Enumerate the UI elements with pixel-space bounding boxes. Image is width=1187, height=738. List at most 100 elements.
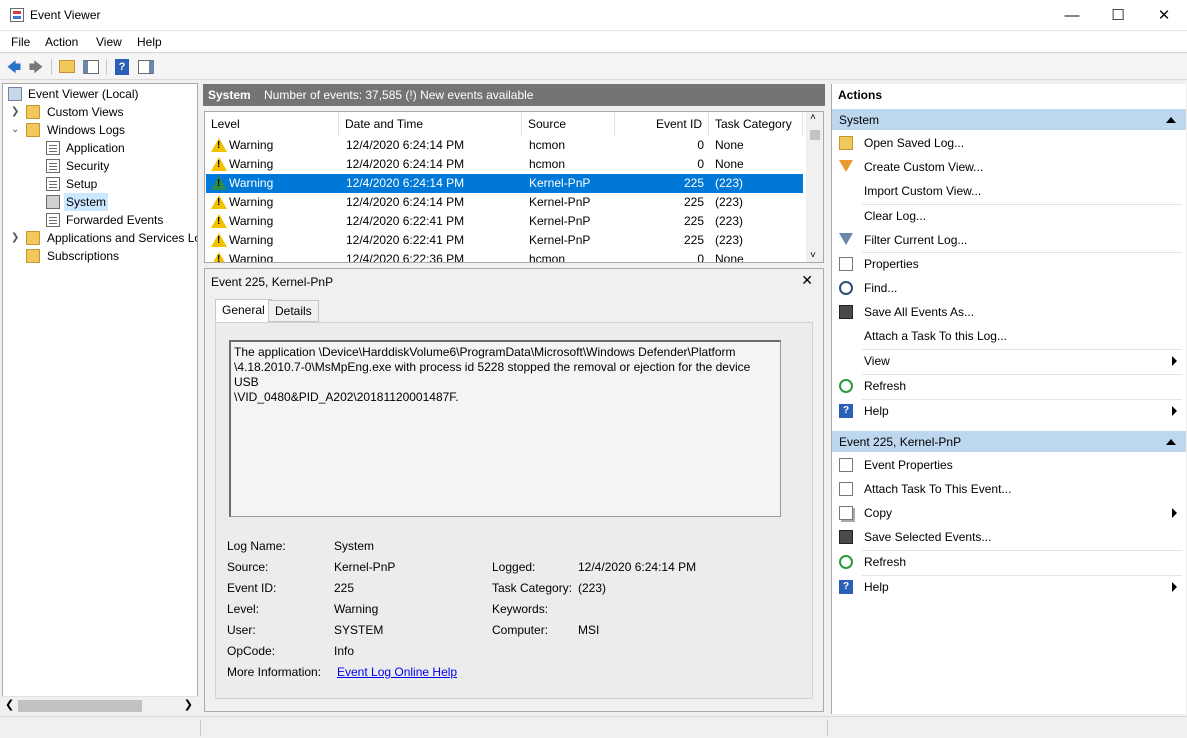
action-attach-task-to-log[interactable]: Attach a Task To this Log... bbox=[832, 325, 1186, 347]
menu-file[interactable]: File bbox=[11, 35, 30, 49]
action-help[interactable]: ? Help bbox=[832, 400, 1186, 422]
column-event-id[interactable]: Event ID bbox=[615, 112, 709, 136]
close-icon[interactable]: ✕ bbox=[801, 272, 813, 289]
table-row[interactable]: Warning 12/4/2020 6:22:41 PM Kernel-PnP … bbox=[206, 231, 803, 250]
status-divider bbox=[200, 720, 201, 736]
column-date-time[interactable]: Date and Time bbox=[339, 112, 522, 136]
column-task-category[interactable]: Task Category bbox=[709, 112, 803, 136]
menu-view[interactable]: View bbox=[96, 35, 122, 49]
action-view[interactable]: View bbox=[832, 350, 1186, 372]
collapse-icon[interactable]: ⌄ bbox=[11, 121, 21, 139]
tree-apps-services[interactable]: ❯ Applications and Services Lo bbox=[3, 229, 197, 247]
properties-icon bbox=[839, 257, 853, 271]
action-refresh[interactable]: Refresh bbox=[832, 375, 1186, 397]
action-attach-task-to-event[interactable]: Attach Task To This Event... bbox=[832, 478, 1186, 500]
value-source: Kernel-PnP bbox=[334, 560, 396, 574]
action-help-event[interactable]: ? Help bbox=[832, 576, 1186, 598]
action-properties[interactable]: Properties bbox=[832, 253, 1186, 275]
table-row-selected[interactable]: Warning 12/4/2020 6:24:14 PM Kernel-PnP … bbox=[206, 174, 803, 193]
tree-windows-logs-label: Windows Logs bbox=[47, 123, 126, 137]
cell-level: Warning bbox=[229, 214, 274, 228]
tree-root[interactable]: Event Viewer (Local) bbox=[3, 85, 197, 103]
filter-icon bbox=[839, 233, 853, 245]
expand-icon[interactable]: ❯ bbox=[11, 103, 21, 121]
close-button[interactable]: ✕ bbox=[1141, 0, 1187, 31]
subscriptions-icon bbox=[26, 249, 40, 263]
action-event-properties[interactable]: Event Properties bbox=[832, 454, 1186, 476]
minimize-button[interactable]: — bbox=[1049, 0, 1095, 31]
cell-source: Kernel-PnP bbox=[529, 176, 591, 190]
table-row[interactable]: Warning 12/4/2020 6:22:36 PM hcmon 0 Non… bbox=[206, 250, 803, 262]
tree-setup[interactable]: Setup bbox=[3, 175, 197, 193]
scroll-right-icon[interactable]: ❯ bbox=[184, 698, 193, 711]
tree-security[interactable]: Security bbox=[3, 157, 197, 175]
action-save-all-events[interactable]: Save All Events As... bbox=[832, 301, 1186, 323]
forward-icon[interactable]: 🡆 bbox=[27, 58, 45, 76]
tab-general[interactable]: General bbox=[215, 299, 272, 323]
scroll-down-icon[interactable]: ˅ bbox=[810, 250, 816, 261]
menu-action[interactable]: Action bbox=[45, 35, 78, 49]
event-count: Number of events: 37,585 (!) New events … bbox=[264, 88, 534, 102]
expand-icon[interactable]: ❯ bbox=[11, 229, 21, 247]
value-level: Warning bbox=[334, 602, 379, 616]
label-opcode: OpCode: bbox=[227, 644, 276, 658]
tree-windows-logs[interactable]: ⌄ Windows Logs bbox=[3, 121, 197, 139]
help-icon[interactable]: ? bbox=[115, 59, 129, 75]
action-open-saved-log[interactable]: Open Saved Log... bbox=[832, 132, 1186, 154]
event-message[interactable]: The application \Device\HarddiskVolume6\… bbox=[229, 340, 781, 517]
event-log-online-help-link[interactable]: Event Log Online Help bbox=[337, 665, 457, 679]
column-source[interactable]: Source bbox=[522, 112, 615, 136]
value-log-name: System bbox=[334, 539, 375, 553]
submenu-arrow-icon bbox=[1172, 582, 1177, 592]
actions-section-event[interactable]: Event 225, Kernel-PnP bbox=[832, 430, 1186, 452]
tree-forwarded-events[interactable]: Forwarded Events bbox=[3, 211, 197, 229]
action-label: Help bbox=[864, 404, 889, 418]
section-title: System bbox=[839, 113, 880, 127]
up-folder-icon[interactable] bbox=[59, 60, 75, 73]
action-import-custom-view[interactable]: Import Custom View... bbox=[832, 180, 1186, 202]
log-icon bbox=[46, 177, 60, 191]
action-find[interactable]: Find... bbox=[832, 277, 1186, 299]
cell-event-id: 225 bbox=[683, 195, 704, 209]
action-create-custom-view[interactable]: Create Custom View... bbox=[832, 156, 1186, 178]
scroll-thumb[interactable] bbox=[810, 130, 820, 140]
action-save-selected-events[interactable]: Save Selected Events... bbox=[832, 526, 1186, 548]
tree-system[interactable]: System bbox=[3, 193, 197, 211]
cell-datetime: 12/4/2020 6:24:14 PM bbox=[346, 138, 465, 152]
back-icon[interactable]: 🡄 bbox=[5, 58, 23, 76]
event-list-scrollbar[interactable]: ˄ ˅ bbox=[806, 112, 823, 262]
tree-custom-views[interactable]: ❯ Custom Views bbox=[3, 103, 197, 121]
column-level[interactable]: Level bbox=[205, 112, 339, 136]
scroll-up-icon[interactable]: ˄ bbox=[810, 112, 816, 123]
log-header: System Number of events: 37,585 (!) New … bbox=[203, 84, 825, 106]
action-filter-current-log[interactable]: Filter Current Log... bbox=[832, 229, 1186, 251]
table-row[interactable]: Warning 12/4/2020 6:24:14 PM Kernel-PnP … bbox=[206, 193, 803, 212]
tree-application[interactable]: Application bbox=[3, 139, 197, 157]
log-icon bbox=[46, 159, 60, 173]
scroll-left-icon[interactable]: ❮ bbox=[5, 698, 14, 711]
menu-bar: File Action View Help bbox=[0, 31, 1187, 53]
show-hide-action-pane-icon[interactable] bbox=[138, 60, 154, 74]
show-hide-tree-icon[interactable] bbox=[83, 60, 99, 74]
message-line: \VID_0480&PID_A202\20181120001487F. bbox=[234, 390, 459, 404]
tree-subscriptions[interactable]: Subscriptions bbox=[3, 247, 197, 265]
title-bar: Event Viewer — ☐ ✕ bbox=[0, 0, 1187, 31]
tab-details[interactable]: Details bbox=[268, 300, 319, 322]
action-refresh-event[interactable]: Refresh bbox=[832, 551, 1186, 573]
submenu-arrow-icon bbox=[1172, 356, 1177, 366]
table-row[interactable]: Warning 12/4/2020 6:24:14 PM hcmon 0 Non… bbox=[206, 136, 803, 155]
warning-icon bbox=[211, 233, 227, 247]
actions-section-system[interactable]: System bbox=[832, 108, 1186, 130]
menu-help[interactable]: Help bbox=[137, 35, 162, 49]
collapse-icon[interactable] bbox=[1166, 439, 1176, 445]
collapse-icon[interactable] bbox=[1166, 117, 1176, 123]
action-clear-log[interactable]: Clear Log... bbox=[832, 205, 1186, 227]
tree-horizontal-scrollbar[interactable]: ❮ ❯ bbox=[2, 696, 198, 714]
table-row[interactable]: Warning 12/4/2020 6:22:41 PM Kernel-PnP … bbox=[206, 212, 803, 231]
scroll-thumb[interactable] bbox=[18, 700, 142, 712]
maximize-button[interactable]: ☐ bbox=[1095, 0, 1141, 31]
value-opcode: Info bbox=[334, 644, 355, 658]
table-row[interactable]: Warning 12/4/2020 6:24:14 PM hcmon 0 Non… bbox=[206, 155, 803, 174]
action-copy[interactable]: Copy bbox=[832, 502, 1186, 524]
label-logged: Logged: bbox=[492, 560, 536, 574]
